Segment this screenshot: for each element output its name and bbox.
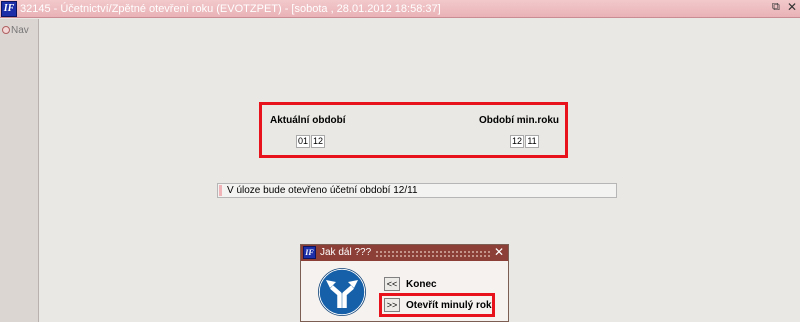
current-month-field[interactable]: 01 — [296, 135, 310, 148]
info-bar: V úloze bude otevřeno účetní období 12/1… — [217, 183, 617, 198]
dialog-drag-handle[interactable] — [375, 250, 490, 257]
current-year-field[interactable]: 12 — [311, 135, 325, 148]
info-marker — [219, 185, 222, 196]
dialog-title: Jak dál ??? — [320, 247, 372, 258]
nav-dot-icon — [2, 26, 10, 34]
periods-highlight — [259, 102, 568, 158]
nav-button[interactable]: Nav — [2, 24, 36, 38]
dialog-titlebar[interactable]: IF Jak dál ??? ✕ — [301, 245, 508, 261]
end-label: Konec — [406, 279, 437, 290]
dialog-logo-icon: IF — [303, 246, 316, 259]
restore-icon[interactable]: ⧉ — [772, 2, 783, 13]
next-step-dialog: IF Jak dál ??? ✕ << Konec >> Otevřít min… — [300, 244, 509, 322]
info-text: V úloze bude otevřeno účetní období 12/1… — [227, 185, 418, 196]
nav-label: Nav — [11, 25, 29, 36]
dialog-close-icon[interactable]: ✕ — [494, 246, 504, 259]
close-icon[interactable]: ✕ — [787, 1, 798, 13]
open-previous-year-label: Otevřít minulý rok — [406, 300, 492, 311]
min-month-field[interactable]: 12 — [510, 135, 524, 148]
end-button[interactable]: << — [384, 277, 400, 291]
main-window: IF 32145 - Účetnictví/Zpětné otevření ro… — [0, 0, 800, 322]
open-previous-year-button[interactable]: >> — [384, 298, 400, 312]
min-year-period-label: Období min.roku — [479, 115, 559, 126]
sidebar: Nav — [0, 19, 39, 322]
window-titlebar: IF 32145 - Účetnictví/Zpětné otevření ro… — [0, 0, 800, 18]
app-logo-icon: IF — [1, 1, 17, 17]
current-period-label: Aktuální období — [270, 115, 346, 126]
window-title: 32145 - Účetnictví/Zpětné otevření roku … — [20, 3, 441, 15]
min-year-field[interactable]: 11 — [525, 135, 539, 148]
direction-fork-icon — [318, 268, 366, 316]
